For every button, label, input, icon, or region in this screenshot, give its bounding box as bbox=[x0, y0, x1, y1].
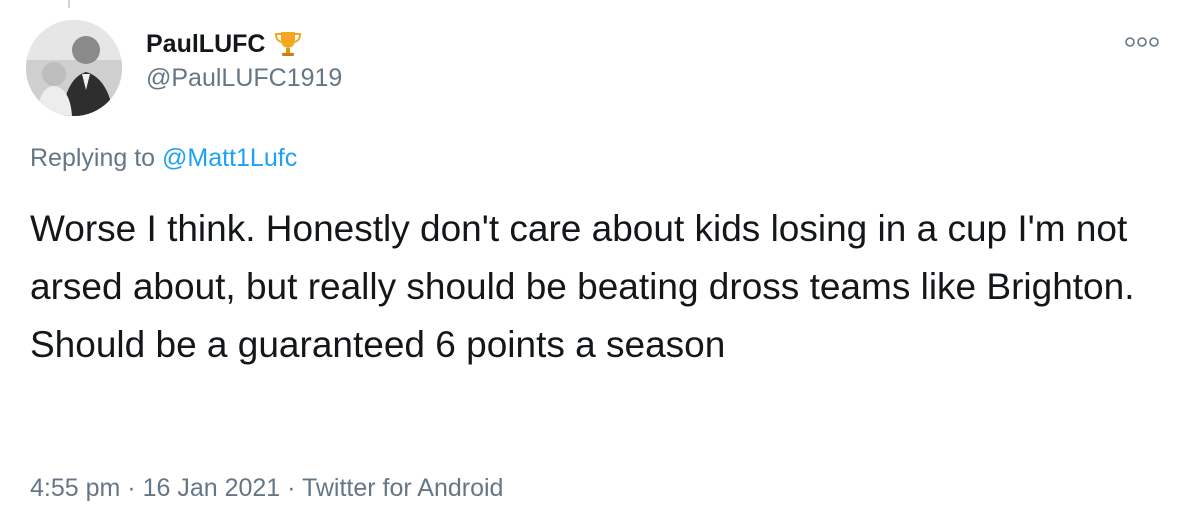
tweet-time[interactable]: 4:55 pm bbox=[30, 474, 120, 502]
tweet-meta: 4:55 pm · 16 Jan 2021 · Twitter for Andr… bbox=[30, 474, 503, 503]
avatar-photo bbox=[26, 20, 122, 116]
trophy-icon bbox=[273, 29, 303, 59]
mention-link[interactable]: @Matt1Lufc bbox=[162, 144, 297, 172]
meta-separator: · bbox=[127, 474, 136, 502]
replying-to-label: Replying to bbox=[30, 144, 156, 172]
user-handle[interactable]: @PaulLUFC1919 bbox=[146, 64, 342, 93]
tweet-date[interactable]: 16 Jan 2021 bbox=[143, 474, 281, 502]
more-options-icon[interactable] bbox=[1124, 34, 1160, 50]
tweet-source[interactable]: Twitter for Android bbox=[302, 474, 503, 502]
meta-separator: · bbox=[287, 474, 296, 502]
display-name[interactable]: PaulLUFC bbox=[146, 30, 265, 59]
thread-line bbox=[68, 0, 70, 8]
avatar[interactable] bbox=[26, 20, 122, 116]
replying-to: Replying to @Matt1Lufc bbox=[30, 144, 297, 173]
user-name-row[interactable]: PaulLUFC bbox=[146, 26, 303, 62]
tweet-text: Worse I think. Honestly don't care about… bbox=[30, 208, 1135, 365]
